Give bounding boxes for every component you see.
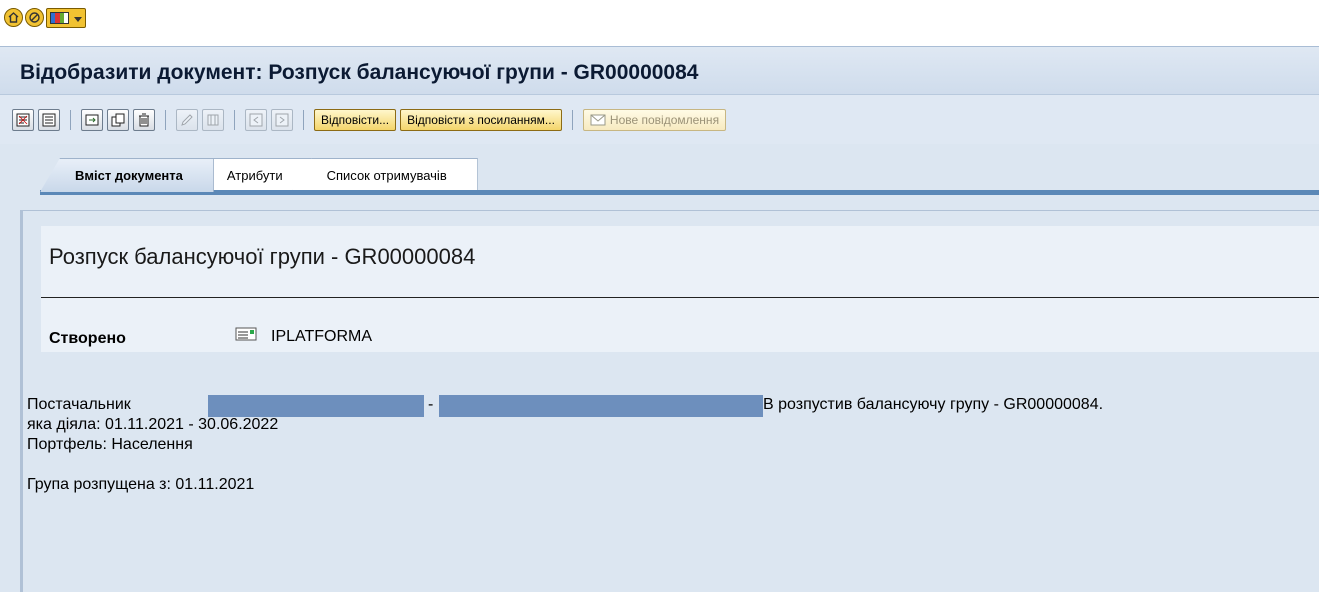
new-message-label: Нове повідомлення: [609, 112, 720, 127]
toolbar-separator: [234, 109, 235, 130]
supplier-prefix: Постачальник: [27, 396, 131, 413]
session-icon[interactable]: [4, 8, 23, 27]
previous-document-icon[interactable]: [245, 108, 267, 131]
toolbar-separator: [303, 109, 304, 130]
document-header: Розпуск балансуючої групи - GR00000084 С…: [41, 226, 1319, 352]
created-row: Створено IPLATFORMA: [49, 322, 1319, 352]
document-heading: Розпуск балансуючої групи - GR00000084: [49, 244, 476, 269]
toolbar-separator: [165, 109, 166, 130]
color-bars-icon: [50, 12, 69, 24]
top-strip: [0, 0, 1319, 46]
attachment-icon[interactable]: [202, 108, 224, 131]
created-by-user: IPLATFORMA: [271, 328, 373, 345]
created-label: Створено: [49, 330, 126, 347]
reply-button[interactable]: Відповісти...: [314, 108, 397, 131]
title-bar: Відобразити документ: Розпуск балансуючо…: [0, 46, 1319, 94]
layout-menu-icon[interactable]: [46, 8, 86, 28]
redacted-block: [208, 395, 424, 417]
system-icons: [4, 8, 86, 28]
application-toolbar: Відповісти... Відповісти з посиланням...…: [0, 94, 1319, 144]
divider: [41, 297, 1319, 298]
toolbar-separator: [571, 109, 573, 130]
dash: -: [428, 396, 434, 413]
tab-underline: [40, 190, 1319, 195]
chevron-down-icon: [74, 16, 82, 22]
help-icon[interactable]: [25, 8, 44, 27]
page-title: Відобразити документ: Розпуск балансуючо…: [20, 61, 699, 84]
body-line-2: яка діяла: 01.11.2021 - 30.06.2022: [27, 416, 279, 433]
envelope-icon: [590, 114, 606, 125]
move-icon[interactable]: [107, 108, 129, 131]
toolbar-separator: [70, 109, 71, 130]
forward-icon[interactable]: [81, 108, 103, 131]
user-card-icon[interactable]: [235, 327, 257, 341]
message-body: Постачальник - В розпустив балансуючу гр…: [27, 395, 1103, 495]
print-icon[interactable]: [12, 108, 34, 131]
next-document-icon[interactable]: [271, 108, 293, 131]
tab-strip: Вміст документа Атрибути Список отримува…: [40, 158, 478, 192]
body-line-4: Група розпущена з: 01.11.2021: [27, 476, 255, 493]
supplier-suffix: В розпустив балансуючу групу - GR0000008…: [763, 396, 1104, 413]
edit-pencil-icon[interactable]: [176, 108, 198, 131]
document-list-icon[interactable]: [38, 108, 60, 131]
tab-document-content[interactable]: Вміст документа: [40, 158, 214, 192]
reply-with-reference-button[interactable]: Відповісти з посиланням...: [400, 108, 562, 131]
body-line-3: Портфель: Населення: [27, 436, 193, 453]
redacted-block: [439, 395, 763, 417]
new-message-button[interactable]: Нове повідомлення: [582, 108, 727, 131]
delete-icon[interactable]: [133, 108, 155, 131]
tab-recipient-list[interactable]: Список отримувачів: [291, 158, 478, 192]
body-line-1: Постачальник - В розпустив балансуючу гр…: [27, 395, 1103, 417]
